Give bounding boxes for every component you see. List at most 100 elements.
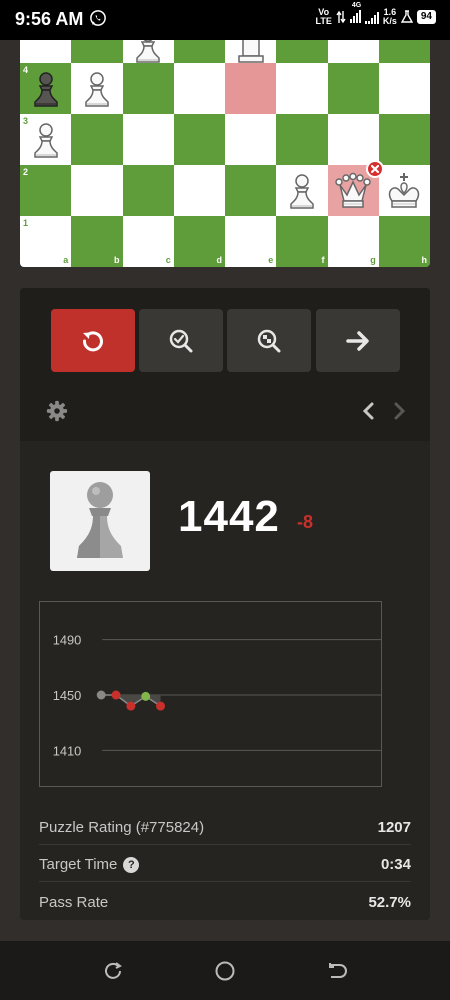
square-h2[interactable] <box>378 165 430 216</box>
white-pawn-icon[interactable] <box>282 171 322 211</box>
file-label: g <box>370 255 376 265</box>
board-grid[interactable]: 4 3 2 1abcdefgh <box>20 40 430 267</box>
square-d2[interactable] <box>173 165 225 216</box>
recent-apps-icon[interactable] <box>102 960 124 982</box>
square-d1[interactable]: d <box>173 216 225 267</box>
rating-point[interactable] <box>96 690 106 700</box>
square-b5[interactable] <box>71 40 123 63</box>
square-g1[interactable]: g <box>327 216 379 267</box>
rank-label: 1 <box>23 218 29 228</box>
chevron-left-icon[interactable] <box>360 401 376 421</box>
rating-point[interactable] <box>126 701 136 711</box>
square-b3[interactable] <box>71 114 123 165</box>
file-label: f <box>321 255 325 265</box>
square-b1[interactable]: b <box>71 216 123 267</box>
whatsapp-icon <box>90 10 106 26</box>
volte-bottom: LTE <box>315 16 332 26</box>
system-nav-bar <box>0 941 450 1000</box>
square-c4[interactable] <box>122 63 174 114</box>
gear-icon[interactable] <box>46 400 68 422</box>
volte-indicator: Vo LTE <box>316 8 332 26</box>
square-a5[interactable] <box>20 40 72 63</box>
square-h5[interactable] <box>378 40 430 63</box>
square-d5[interactable] <box>173 40 225 63</box>
square-f1[interactable]: f <box>276 216 328 267</box>
square-h4[interactable] <box>378 63 430 114</box>
signal-icon <box>349 9 361 23</box>
stat-row: Pass Rate 52.7% <box>39 882 411 920</box>
rating-point[interactable] <box>111 690 121 700</box>
square-g3[interactable] <box>327 114 379 165</box>
square-e5[interactable] <box>225 40 277 65</box>
square-e2[interactable] <box>225 165 277 216</box>
analysis-button[interactable] <box>227 309 311 372</box>
square-g2[interactable] <box>327 160 384 216</box>
square-d3[interactable] <box>173 114 225 165</box>
question-icon[interactable]: ? <box>123 856 140 873</box>
hint-button[interactable] <box>139 309 223 372</box>
white-pawn-icon[interactable] <box>77 69 117 109</box>
rating-point[interactable] <box>141 691 151 701</box>
home-icon[interactable] <box>214 960 236 982</box>
stat-label-text: Pass Rate <box>39 894 109 911</box>
status-time: 9:56 AM <box>15 9 84 29</box>
next-puzzle-button[interactable] <box>316 309 400 372</box>
white-pawn-icon[interactable] <box>26 120 66 160</box>
file-label: a <box>63 255 69 265</box>
file-label: e <box>268 255 274 265</box>
square-f5[interactable] <box>276 40 328 63</box>
rating-change: -8 <box>297 512 314 532</box>
white-king-icon[interactable] <box>384 171 424 211</box>
chevron-right-icon[interactable] <box>392 401 408 421</box>
square-c2[interactable] <box>122 165 174 216</box>
retry-button[interactable] <box>51 309 135 372</box>
back-icon[interactable] <box>326 960 348 982</box>
stat-label: Target Time? <box>39 856 140 873</box>
square-a2[interactable]: 2 <box>20 165 72 216</box>
data-arrows-icon <box>336 10 346 24</box>
chess-board[interactable]: 4 3 2 1abcdefgh <box>20 40 430 267</box>
square-a4[interactable]: 4 <box>20 63 72 114</box>
y-tick-label: 1410 <box>53 743 82 758</box>
square-e1[interactable]: e <box>225 216 277 267</box>
y-tick-label: 1450 <box>53 688 82 703</box>
white-pawn-icon[interactable] <box>128 40 168 65</box>
stat-row: Puzzle Rating (#775824) 1207 <box>39 807 411 845</box>
rating-point[interactable] <box>156 701 165 711</box>
white-queen-icon[interactable] <box>333 171 373 211</box>
square-h3[interactable] <box>378 114 430 165</box>
file-label: b <box>114 255 120 265</box>
pawn-icon <box>77 482 123 558</box>
square-c1[interactable]: c <box>122 216 174 267</box>
magnifier-icon <box>257 329 281 352</box>
square-h1[interactable]: h <box>378 216 430 267</box>
signal-icon <box>364 10 379 24</box>
square-f2[interactable] <box>276 165 328 216</box>
square-g4[interactable] <box>327 63 379 114</box>
square-e3[interactable] <box>225 114 277 165</box>
square-c5[interactable] <box>122 40 174 65</box>
square-b4[interactable] <box>71 63 123 114</box>
square-f3[interactable] <box>276 114 328 165</box>
stat-label: Pass Rate <box>39 894 108 911</box>
square-d4[interactable] <box>173 63 225 114</box>
signal-group-1: 4G <box>349 2 361 25</box>
square-b2[interactable] <box>71 165 123 216</box>
stat-label-text: Puzzle Rating (#775824) <box>39 819 205 836</box>
rating-history-chart: 1490 1450 1410 <box>39 601 382 787</box>
square-g5[interactable] <box>327 40 379 63</box>
speed-unit: K/s <box>382 16 397 26</box>
square-f4[interactable] <box>276 63 328 114</box>
white-rook-icon[interactable] <box>231 40 271 65</box>
status-icons: Vo LTE 4G 1.6 K/s 94 <box>316 2 436 26</box>
square-a1[interactable]: 1a <box>20 216 72 267</box>
square-e4[interactable] <box>225 63 277 114</box>
stat-value: 0:34 <box>380 856 411 873</box>
magnifier-check-icon <box>169 329 193 352</box>
stat-label: Puzzle Rating (#775824) <box>39 819 204 836</box>
square-c3[interactable] <box>122 114 174 165</box>
puzzle-rating: 1442 <box>178 492 280 541</box>
black-pawn-icon[interactable] <box>26 69 66 109</box>
square-a3[interactable]: 3 <box>20 114 72 165</box>
rank-label: 2 <box>23 167 29 177</box>
